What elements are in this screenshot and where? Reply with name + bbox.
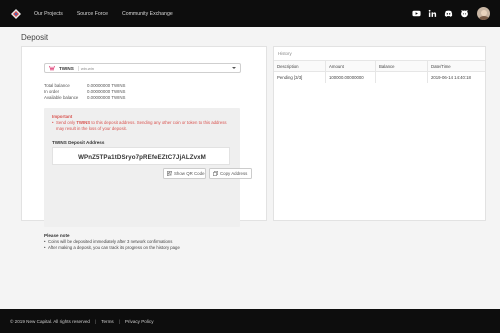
coin-select[interactable]: TWINS win.win (44, 63, 241, 73)
deposit-card: TWINS win.win Total balance 0.00000000 T… (21, 46, 267, 252)
balance-table: Total balance 0.00000000 TWINS In order … (44, 82, 125, 100)
copy-icon (213, 171, 218, 176)
nav-link-our-projects[interactable]: Our Projects (34, 11, 63, 17)
top-navbar: Our Projects Source Force Community Exch… (0, 0, 500, 27)
history-card: History Description Amount Balance Date/… (273, 46, 486, 221)
note-title: Please note (44, 233, 70, 238)
balance-value: 0.00000000 TWINS (87, 94, 126, 100)
user-avatar[interactable] (477, 7, 490, 20)
balance-value: 0.00000000 TWINS (87, 82, 126, 88)
twins-coin-icon (49, 65, 55, 71)
github-icon[interactable] (459, 9, 469, 19)
linkedin-icon[interactable] (427, 9, 437, 19)
nav-link-source-force[interactable]: Source Force (77, 11, 108, 17)
show-qr-code-label: Show QR Code (174, 171, 205, 176)
important-heading: Important (52, 114, 73, 119)
coin-name: win.win (77, 65, 94, 71)
balance-row-available: Available balance 0.00000000 TWINS (44, 94, 125, 100)
navbar-right (405, 7, 490, 20)
show-qr-code-button[interactable]: Show QR Code (163, 168, 206, 179)
column-header[interactable]: Date/Time (428, 61, 485, 72)
divider: | (94, 318, 97, 324)
table-cell: 2019-06-14 14:40:18 (431, 74, 471, 80)
balance-label: Total balance (44, 82, 70, 88)
balance-label: In order (44, 88, 60, 94)
page-title: Deposit (21, 33, 49, 42)
table-header-row: Description Amount Balance Date/Time (274, 60, 485, 72)
table-cell: 100000.00000000 (326, 71, 376, 83)
history-title: History (278, 51, 292, 56)
bullet: • (52, 120, 54, 125)
balance-label: Available balance (44, 94, 79, 100)
qr-code-icon (167, 171, 172, 176)
deposit-info-box: Important • Send only TWINS to this depo… (44, 108, 252, 227)
history-table: Description Amount Balance Date/Time Pen… (274, 60, 485, 83)
note-list: Coins will be deposited immediately afte… (44, 239, 180, 252)
youtube-icon[interactable] (411, 9, 421, 19)
note-item: After making a deposit, you can track it… (44, 245, 180, 251)
balance-row-total: Total balance 0.00000000 TWINS (44, 82, 125, 88)
copy-address-button[interactable]: Copy Address (209, 168, 252, 179)
warning-list: • Send only TWINS to this deposit addres… (52, 120, 230, 133)
discord-icon[interactable] (443, 9, 453, 19)
copy-address-label: Copy Address (220, 171, 248, 176)
deposit-address-label: TWINS Deposit Address (52, 140, 105, 145)
coin-ticker: TWINS (59, 65, 74, 71)
footer-link-terms[interactable]: Terms (101, 319, 114, 324)
warning-text: Send only TWINS to this deposit address.… (56, 120, 227, 132)
balance-row-in-order: In order 0.00000000 TWINS (44, 88, 125, 94)
footer-copyright: © 2019 New Capital. All rights reserved (10, 318, 90, 324)
chevron-down-icon (232, 67, 236, 69)
column-header[interactable]: Amount (326, 60, 376, 72)
nav-link-community-exchange[interactable]: Community Exchange (122, 11, 173, 17)
table-row: Pending [3/3] 100000.00000000 2019-06-14… (274, 71, 485, 83)
footer-link-privacy[interactable]: Privacy Policy (125, 319, 154, 324)
footer: © 2019 New Capital. All rights reserved … (0, 309, 500, 333)
deposit-address[interactable]: WPnZ5TPa1tDSryo7pREfeEZtC7JjALZvxM (53, 154, 231, 161)
logo-icon[interactable] (10, 8, 22, 20)
divider: | (118, 318, 120, 324)
table-cell (376, 71, 428, 83)
column-header[interactable]: Balance (376, 60, 428, 72)
deposit-address-box: WPnZ5TPa1tDSryo7pREfeEZtC7JjALZvxM (52, 147, 230, 165)
balance-value: 0.00000000 TWINS (87, 88, 126, 94)
table-cell: Pending [3/3] (274, 71, 326, 83)
column-header[interactable]: Description (274, 60, 326, 72)
